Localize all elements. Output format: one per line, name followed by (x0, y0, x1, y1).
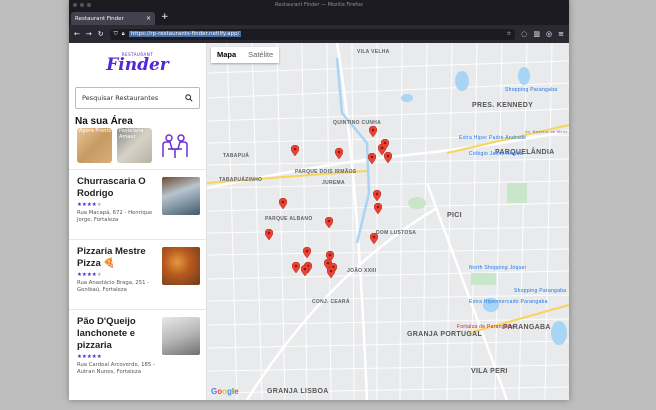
browser-window: Restaurant Finder — Mozilla Firefox Rest… (69, 0, 569, 400)
dining-table-icon (161, 133, 188, 158)
restaurant-name[interactable]: Churrascaria O Rodrigo (77, 176, 161, 200)
satellite-tab[interactable]: Satélite (242, 47, 279, 63)
bookmark-star-icon[interactable]: ☆ (506, 31, 511, 37)
restaurant-name[interactable]: Pão D'Queijo lanchonete e pizzaria (77, 316, 161, 352)
area-section-title: Na sua Área (75, 116, 133, 127)
restaurant-map-pin[interactable] (373, 190, 381, 201)
map-poi-label[interactable]: Shopping Parangaba (514, 288, 566, 294)
restaurant-map-pin[interactable] (291, 145, 299, 156)
restaurant-map-pin[interactable] (265, 229, 273, 240)
map-street-label: Av. Bezerra de Mene (525, 129, 568, 134)
restaurant-address: Rua Cardeal Arcoverde, 185 - Autran Nune… (77, 362, 155, 375)
search-input[interactable]: Pesquisar Restaurantes (75, 87, 200, 109)
google-logo[interactable]: Google (211, 387, 239, 396)
reload-icon[interactable]: ↻ (98, 30, 104, 38)
map-poi-label[interactable]: Extra Hipermercado Parangaba (469, 299, 548, 305)
restaurant-map-pin[interactable] (374, 203, 382, 214)
map-label: DOM LUSTOSA (376, 230, 417, 236)
library-icon[interactable]: ▥ (533, 30, 540, 38)
map-tab[interactable]: Mapa (211, 47, 242, 63)
lock-icon[interactable]: 🔒︎ (122, 31, 125, 38)
nearby-card-label: Pastelaria Amaur (119, 128, 144, 140)
restaurant-map-pin[interactable] (369, 126, 377, 137)
url-text[interactable]: https://rp-restaurants-finder.netlify.ap… (128, 31, 242, 37)
search-placeholder: Pesquisar Restaurantes (82, 94, 159, 102)
window-controls[interactable] (73, 3, 91, 7)
map-poi-label[interactable]: Shopping Parangaba (505, 87, 557, 93)
map-type-toggle[interactable]: Mapa Satélite (211, 47, 280, 63)
tab-restaurant-finder[interactable]: Restaurant Finder × (71, 12, 155, 25)
navigation-bar: ← → ↻ ⛉ 🔒︎ https://rp-restaurants-finder… (69, 25, 569, 43)
restaurant-address: Rua Macapá, 672 - Henrique Jorge, Fortal… (77, 210, 153, 223)
restaurant-map-pin[interactable] (384, 152, 392, 163)
map-label: JUREMA (322, 180, 345, 186)
map-label: GRANJA LISBOA (267, 388, 329, 395)
restaurant-photo[interactable] (162, 177, 200, 215)
map-label: TABAPUÁZINHO (219, 177, 263, 183)
map-roads (207, 43, 569, 400)
map-poi-label[interactable]: Fortalza de Parangaba (457, 324, 514, 330)
map-label: GRANJA PORTUGAL (407, 331, 483, 338)
map-label: PICI (447, 212, 462, 219)
restaurant-map-pin[interactable] (327, 267, 335, 278)
map-view[interactable]: Mapa Satélite VILA VELHA PRES. KENNEDY P… (207, 43, 569, 400)
restaurant-photo[interactable] (162, 317, 200, 355)
restaurant-map-pin[interactable] (325, 217, 333, 228)
map-poi-label[interactable]: Extra Hiper Padre Andrade (459, 135, 526, 141)
restaurant-map-pin[interactable] (301, 265, 309, 276)
restaurant-card[interactable]: Pizzaria Mestre Pizza 🍕 ★★★★★ Rua Anastá… (69, 239, 206, 309)
url-bar[interactable]: ⛉ 🔒︎ https://rp-restaurants-finder.netli… (109, 28, 516, 40)
page-content: RESTAURANT Finder Pesquisar Restaurantes… (69, 43, 569, 400)
new-tab-button[interactable]: + (155, 11, 175, 25)
sidebar: RESTAURANT Finder Pesquisar Restaurantes… (69, 43, 207, 400)
restaurant-address: Rua Anastácio Braga, 251 - Genibaú, Fort… (77, 280, 150, 293)
tab-title: Restaurant Finder (75, 15, 124, 22)
restaurant-card[interactable]: Churrascaria O Rodrigo ★★★★★ Rua Macapá,… (69, 169, 206, 239)
map-label: VILA PERI (471, 368, 508, 375)
window-title: Restaurant Finder — Mozilla Firefox (275, 2, 363, 8)
restaurant-card[interactable]: Pão D'Queijo lanchonete e pizzaria ★★★★★… (69, 309, 206, 379)
nearby-card[interactable] (157, 128, 192, 163)
restaurant-map-pin[interactable] (368, 153, 376, 164)
shield-icon[interactable]: ⛉ (114, 31, 118, 38)
restaurant-map-pin[interactable] (279, 198, 287, 209)
map-label: PRES. KENNEDY (472, 102, 534, 109)
window-titlebar: Restaurant Finder — Mozilla Firefox (69, 0, 569, 10)
nearby-card-label: Agora Pronto (79, 128, 112, 134)
back-icon[interactable]: ← (74, 30, 80, 38)
map-label: PARQUE DOIS IRMÃOS (295, 169, 357, 175)
search-icon[interactable] (185, 94, 193, 102)
map-poi-label[interactable]: Colégio Jaime Arruda (469, 151, 523, 157)
map-poi-label[interactable]: North Shopping Jóquei (469, 265, 526, 271)
tab-bar: Restaurant Finder × + (69, 10, 569, 25)
logo-main-text: Finder (106, 55, 169, 75)
restaurant-map-pin[interactable] (292, 262, 300, 273)
logo: RESTAURANT Finder (69, 52, 206, 74)
account-icon[interactable]: ◎ (546, 30, 552, 38)
nearby-card[interactable]: Agora Pronto (77, 128, 112, 163)
map-label: VILA VELHA (357, 49, 390, 55)
map-label: PARQUE ALBANO (265, 216, 313, 222)
pocket-icon[interactable]: ◌ (521, 30, 527, 38)
map-label: CONJ. CEARÁ (312, 299, 350, 305)
restaurant-photo[interactable] (162, 247, 200, 285)
nearby-card[interactable]: Pastelaria Amaur (117, 128, 152, 163)
menu-icon[interactable]: ≡ (558, 30, 564, 38)
restaurant-map-pin[interactable] (381, 139, 389, 150)
restaurant-map-pin[interactable] (370, 233, 378, 244)
rating-stars: ★★★★★ (77, 354, 102, 360)
nearby-cards: Agora Pronto Pastelaria Amaur (77, 128, 206, 163)
map-label: TABAPUÁ (223, 153, 250, 159)
restaurant-map-pin[interactable] (335, 148, 343, 159)
rating-stars: ★★★★★ (77, 202, 102, 208)
restaurant-name[interactable]: Pizzaria Mestre Pizza 🍕 (77, 246, 161, 270)
forward-icon[interactable]: → (86, 30, 92, 38)
restaurant-map-pin[interactable] (303, 247, 311, 258)
close-tab-icon[interactable]: × (146, 15, 151, 22)
rating-stars: ★★★★★ (77, 272, 102, 278)
map-label: JOÃO XXIII (347, 268, 377, 274)
